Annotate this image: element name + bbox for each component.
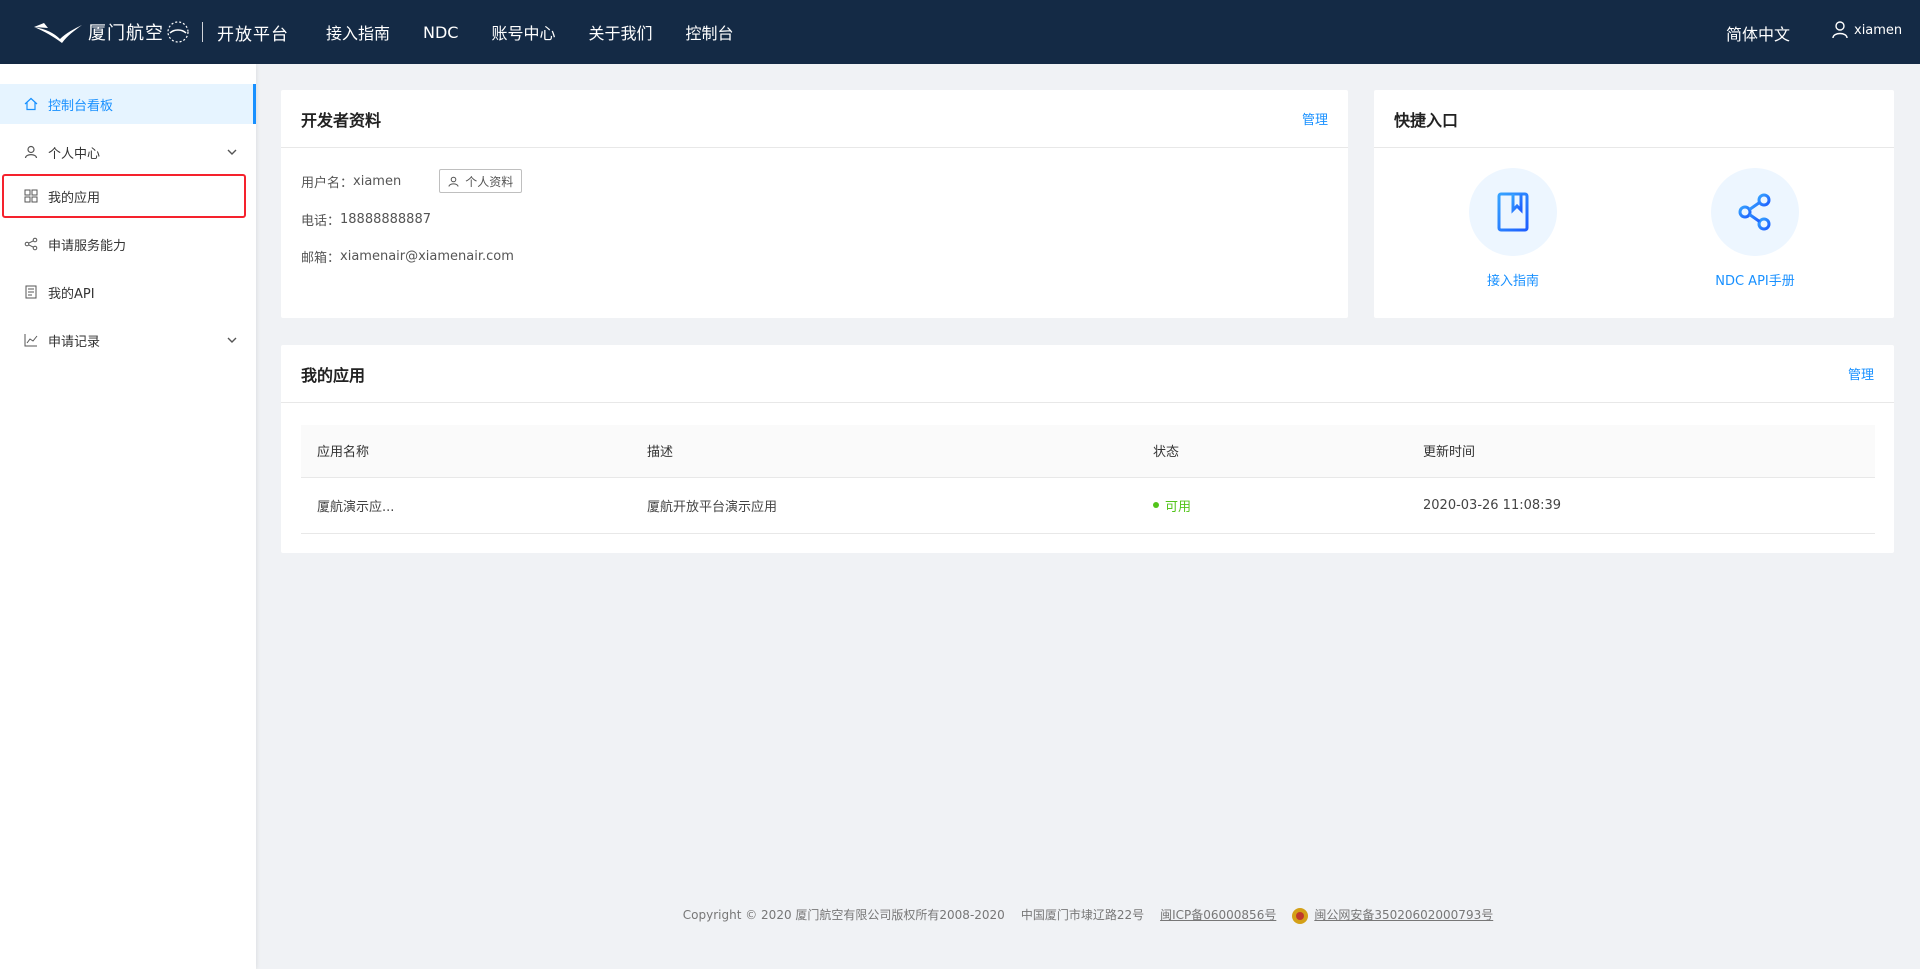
quick-entry-circle: [1469, 168, 1557, 256]
top-navbar: 厦门航空 开放平台 接入指南 NDC 账号中心 关于我们 控制台 简体中文 xi…: [0, 0, 1920, 64]
nav-ndc[interactable]: NDC: [423, 23, 458, 42]
sidebar-item-apply-service[interactable]: 申请服务能力: [0, 224, 256, 264]
book-icon: [25, 285, 37, 299]
sidebar-item-label: 申请服务能力: [48, 238, 127, 254]
police-badge-icon: [1292, 907, 1309, 924]
table-header-row: 应用名称 描述 状态 更新时间: [301, 425, 1875, 478]
sidebar: 控制台看板 个人中心 我的应用 申请服务能力 我的API 申请记录: [0, 64, 256, 969]
quick-entry-circle: [1711, 168, 1799, 256]
sidebar-item-label: 我的应用: [48, 190, 101, 206]
developer-profile-card: 开发者资料 管理 用户名： xiamen 个人资料 电话： 1888888888…: [281, 90, 1348, 318]
sidebar-item-my-api[interactable]: 我的API: [0, 272, 256, 312]
logo-divider: [202, 22, 203, 42]
home-icon: [24, 97, 38, 111]
quick-entry-ndc-api[interactable]: NDC API手册: [1680, 168, 1830, 289]
app-status-cell: 可用: [1137, 477, 1407, 534]
nav-account[interactable]: 账号中心: [491, 20, 555, 44]
nav-guide[interactable]: 接入指南: [326, 20, 390, 44]
footer: Copyright © 2020 厦门航空有限公司版权所有2008-2020 中…: [256, 906, 1920, 924]
icp-link[interactable]: 闽ICP备06000856号: [1160, 906, 1276, 923]
column-header-description: 描述: [631, 425, 1137, 478]
user-menu[interactable]: xiamen: [1832, 21, 1902, 39]
seal-icon: [167, 21, 189, 43]
phone-row: 电话： 18888888887: [301, 210, 431, 229]
egret-logo-icon: [34, 23, 82, 43]
status-badge: 可用: [1165, 499, 1192, 515]
phone-label: 电话：: [301, 214, 341, 229]
sidebar-item-label: 个人中心: [48, 146, 101, 162]
app-description-cell: 厦航开放平台演示应用: [631, 477, 1137, 534]
quick-entry-card: 快捷入口 接入指南 NDC API手册: [1374, 90, 1894, 318]
username-label: 用户名：: [301, 175, 354, 191]
email-value: xiamenair@xiamenair.com: [340, 249, 514, 264]
share-icon: [1738, 193, 1771, 231]
email-label: 邮箱：: [301, 251, 341, 266]
user-icon: [448, 176, 459, 187]
user-icon: [24, 145, 38, 159]
table-row[interactable]: 厦航演示应... 厦航开放平台演示应用 可用 2020-03-26 11:08:…: [301, 477, 1875, 534]
username: xiamen: [1854, 22, 1903, 38]
username-value: xiamen: [353, 173, 402, 189]
brand-name: 厦门航空: [88, 23, 164, 44]
sidebar-item-personal-center[interactable]: 个人中心: [0, 132, 256, 172]
column-header-name: 应用名称: [301, 425, 631, 478]
app-name-cell: 厦航演示应...: [301, 477, 631, 534]
manage-apps-link[interactable]: 管理: [1848, 364, 1874, 383]
share-icon: [24, 237, 38, 251]
chevron-down-icon: [227, 337, 237, 343]
police-record[interactable]: 闽公网安备35020602000793号: [1292, 906, 1493, 924]
sidebar-item-label: 申请记录: [48, 334, 101, 350]
sidebar-item-label: 控制台看板: [48, 98, 114, 114]
sidebar-item-label: 我的API: [48, 286, 95, 302]
card-title: 快捷入口: [1394, 110, 1459, 130]
column-header-updated: 更新时间: [1407, 425, 1875, 478]
book-icon: [1497, 192, 1529, 232]
platform-name: 开放平台: [217, 24, 289, 45]
card-title: 开发者资料: [301, 110, 382, 130]
chart-line-icon: [24, 334, 38, 347]
profile-button[interactable]: 个人资料: [439, 169, 523, 193]
quick-entry-label: NDC API手册: [1715, 274, 1795, 289]
apps-table: 应用名称 描述 状态 更新时间 厦航演示应... 厦航开放平台演示应用 可用 2…: [301, 425, 1875, 534]
logo[interactable]: 厦门航空 开放平台: [32, 18, 289, 46]
grid-icon: [24, 189, 38, 203]
phone-value: 18888888887: [340, 212, 431, 227]
nav-console[interactable]: 控制台: [686, 20, 734, 44]
sidebar-item-dashboard[interactable]: 控制台看板: [0, 84, 256, 124]
sidebar-item-apply-records[interactable]: 申请记录: [0, 320, 256, 360]
quick-entry-guide[interactable]: 接入指南: [1438, 168, 1588, 289]
card-title: 我的应用: [301, 365, 366, 385]
quick-entry-label: 接入指南: [1486, 274, 1539, 289]
email-row: 邮箱： xiamenair@xiamenair.com: [301, 247, 514, 266]
copyright-text: Copyright © 2020 厦门航空有限公司版权所有2008-2020: [682, 908, 1005, 923]
my-apps-card: 我的应用 管理 应用名称 描述 状态 更新时间 厦航演示应... 厦航开放平台演…: [281, 345, 1894, 553]
app-updated-cell: 2020-03-26 11:08:39: [1407, 477, 1875, 534]
language-switch[interactable]: 简体中文: [1726, 21, 1790, 45]
police-link[interactable]: 闽公网安备35020602000793号: [1314, 908, 1493, 922]
username-row: 用户名： xiamen 个人资料: [301, 169, 523, 193]
manage-profile-link[interactable]: 管理: [1302, 109, 1328, 128]
main-nav: 接入指南 NDC 账号中心 关于我们 控制台: [326, 0, 767, 64]
sidebar-item-my-apps[interactable]: 我的应用: [2, 174, 246, 218]
chevron-down-icon: [227, 149, 237, 155]
column-header-status: 状态: [1137, 425, 1407, 478]
nav-about[interactable]: 关于我们: [589, 20, 653, 44]
status-dot-icon: [1153, 502, 1159, 508]
address-text: 中国厦门市埭辽路22号: [1020, 908, 1145, 923]
profile-button-label: 个人资料: [465, 174, 514, 189]
user-icon: [1832, 21, 1848, 39]
